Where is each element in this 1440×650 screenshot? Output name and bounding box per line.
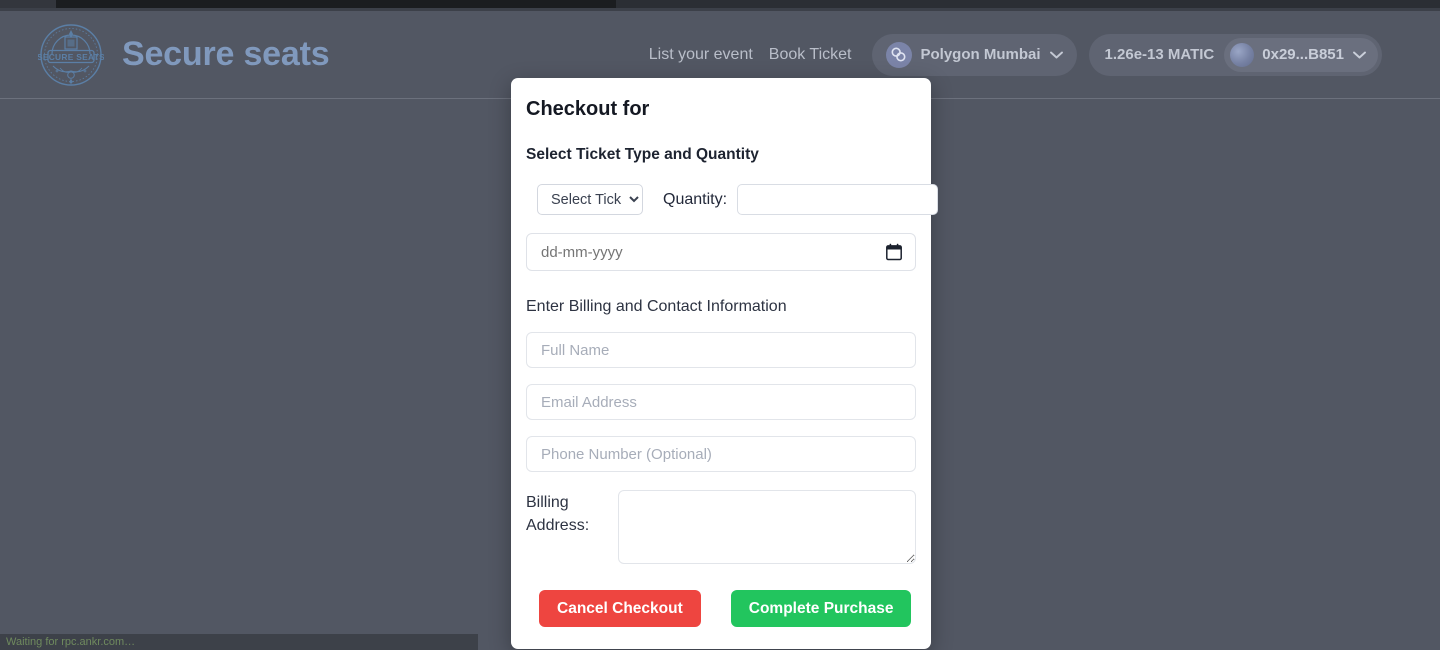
event-date-wrapper [526,233,916,271]
checkout-modal: Checkout for Select Ticket Type and Quan… [511,78,939,649]
ticket-section-label: Select Ticket Type and Quantity [526,146,759,163]
quantity-input[interactable] [737,184,939,215]
chrome-segment-left [0,0,56,8]
billing-address-input[interactable] [618,490,916,564]
brand-name: Secure seats [122,35,330,73]
nav-link-list-your-event[interactable]: List your event [641,46,761,64]
secure-seats-logo-icon: SECURE SEATS [38,23,104,86]
header-nav: List your event Book Ticket Polygon Mumb… [641,33,1382,76]
polygon-icon [885,41,912,68]
browser-chrome-strip [0,0,1440,8]
wallet-address-label: 0x29...B851 [1262,46,1344,63]
chrome-segment-right [616,0,1440,8]
ticket-row: Select Tick Quantity: [526,184,939,215]
quantity-label: Quantity: [663,190,728,208]
wallet-chip[interactable]: 1.26e-13 MATIC 0x29...B851 [1088,33,1382,76]
chevron-down-icon [1049,51,1063,58]
network-label: Polygon Mumbai [920,46,1041,63]
billing-address-label: Billing Address: [526,494,590,534]
billing-section-label: Enter Billing and Contact Information [526,298,787,315]
chevron-down-icon [1353,51,1366,58]
status-text: Waiting for rpc.ankr.com… [6,636,136,648]
email-input[interactable] [526,384,916,420]
full-name-input[interactable] [526,332,916,368]
nav-link-book-ticket[interactable]: Book Ticket [761,46,860,64]
wallet-address-button[interactable]: 0x29...B851 [1224,37,1378,72]
cancel-checkout-button[interactable]: Cancel Checkout [539,590,701,627]
network-selector[interactable]: Polygon Mumbai [871,33,1077,76]
modal-title: Checkout for [526,98,650,120]
brand[interactable]: SECURE SEATS Secure seats [38,22,330,88]
chrome-segment-center [56,0,616,8]
status-bar: Waiting for rpc.ankr.com… [0,634,478,650]
billing-address-row: Billing Address: [526,490,916,564]
modal-actions: Cancel Checkout Complete Purchase [526,590,916,627]
event-date-input[interactable] [526,233,916,271]
svg-text:SECURE SEATS: SECURE SEATS [38,51,104,61]
avatar [1230,42,1255,67]
wallet-balance: 1.26e-13 MATIC [1104,46,1215,63]
phone-input[interactable] [526,436,916,472]
complete-purchase-button[interactable]: Complete Purchase [730,590,912,627]
ticket-type-select[interactable]: Select Tick [537,184,643,215]
